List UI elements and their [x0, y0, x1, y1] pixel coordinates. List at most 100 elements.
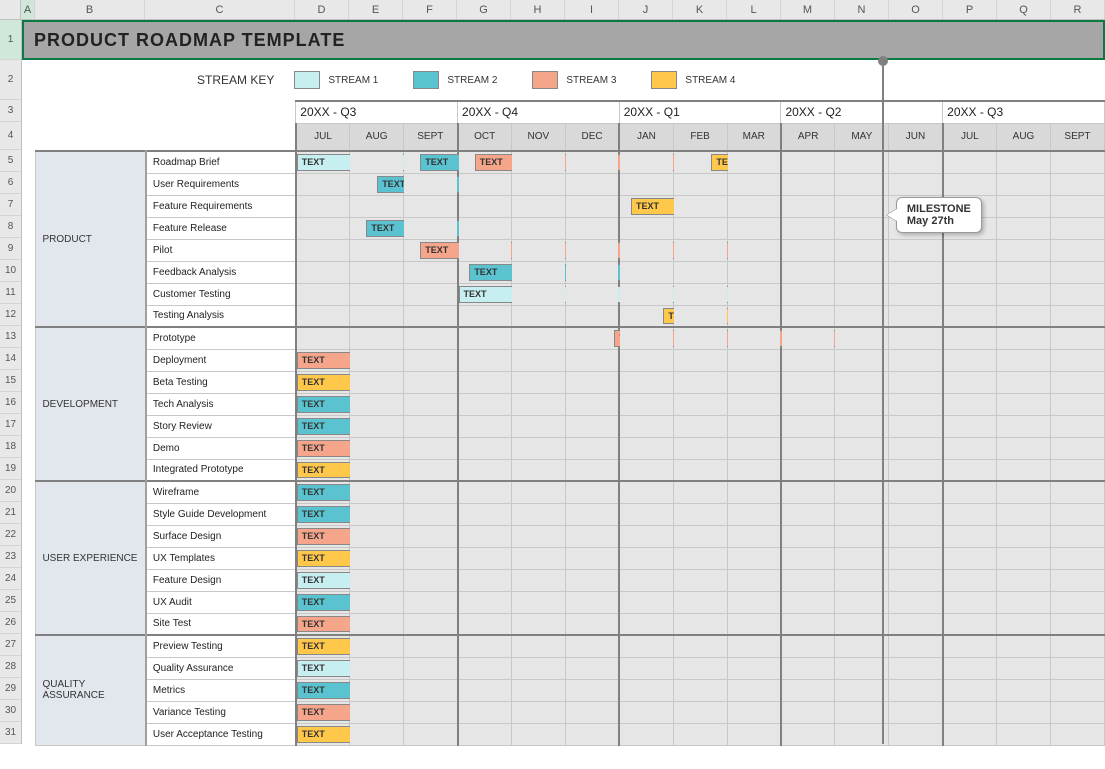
data-cell[interactable]: TEXT — [296, 393, 350, 415]
data-cell[interactable] — [727, 415, 781, 437]
data-cell[interactable] — [727, 283, 781, 305]
data-cell[interactable] — [619, 547, 673, 569]
data-cell[interactable] — [673, 437, 727, 459]
data-cell[interactable] — [619, 393, 673, 415]
data-cell[interactable] — [889, 503, 943, 525]
data-cell[interactable] — [619, 657, 673, 679]
data-cell[interactable] — [619, 701, 673, 723]
data-cell[interactable] — [673, 261, 727, 283]
month-cell[interactable]: MAY — [835, 123, 889, 151]
data-cell[interactable] — [997, 437, 1051, 459]
data-cell[interactable] — [565, 701, 619, 723]
data-cell[interactable] — [673, 613, 727, 635]
data-cell[interactable] — [673, 701, 727, 723]
data-cell[interactable] — [889, 283, 943, 305]
data-cell[interactable] — [943, 327, 997, 349]
data-cell[interactable] — [835, 437, 889, 459]
data-cell[interactable] — [943, 679, 997, 701]
data-cell[interactable]: TEXT — [619, 195, 673, 217]
data-cell[interactable] — [1050, 415, 1104, 437]
data-cell[interactable] — [835, 349, 889, 371]
data-cell[interactable] — [458, 371, 512, 393]
data-cell[interactable] — [835, 327, 889, 349]
row-header-8[interactable]: 8 — [0, 216, 21, 238]
data-cell[interactable] — [673, 415, 727, 437]
data-cell[interactable] — [889, 481, 943, 503]
data-cell[interactable] — [565, 679, 619, 701]
data-cell[interactable] — [943, 525, 997, 547]
data-cell[interactable] — [889, 657, 943, 679]
data-cell[interactable] — [889, 547, 943, 569]
data-cell[interactable] — [404, 415, 458, 437]
data-cell[interactable] — [673, 547, 727, 569]
data-cell[interactable] — [404, 349, 458, 371]
data-cell[interactable] — [781, 635, 835, 657]
data-cell[interactable] — [673, 371, 727, 393]
data-cell[interactable] — [619, 591, 673, 613]
row-header-10[interactable]: 10 — [0, 260, 21, 282]
data-cell[interactable] — [619, 613, 673, 635]
data-cell[interactable] — [835, 459, 889, 481]
data-cell[interactable] — [511, 723, 565, 745]
data-cell[interactable] — [835, 679, 889, 701]
data-cell[interactable] — [835, 635, 889, 657]
data-cell[interactable] — [997, 371, 1051, 393]
data-cell[interactable] — [404, 327, 458, 349]
data-cell[interactable] — [565, 613, 619, 635]
row-header-16[interactable]: 16 — [0, 392, 21, 414]
data-cell[interactable] — [943, 415, 997, 437]
data-cell[interactable] — [565, 459, 619, 481]
col-header-H[interactable]: H — [511, 0, 565, 19]
data-cell[interactable] — [997, 283, 1051, 305]
month-cell[interactable]: OCT — [458, 123, 512, 151]
data-cell[interactable] — [1050, 217, 1104, 239]
task-cell[interactable]: Beta Testing — [146, 371, 296, 393]
data-cell[interactable] — [511, 569, 565, 591]
data-cell[interactable] — [727, 437, 781, 459]
data-cell[interactable] — [781, 437, 835, 459]
data-cell[interactable] — [889, 327, 943, 349]
data-cell[interactable] — [889, 305, 943, 327]
data-cell[interactable] — [404, 679, 458, 701]
data-cell[interactable] — [296, 217, 350, 239]
data-cell[interactable] — [943, 657, 997, 679]
data-cell[interactable] — [1050, 547, 1104, 569]
data-cell[interactable] — [943, 239, 997, 261]
row-header-1[interactable]: 1 — [0, 20, 21, 60]
data-cell[interactable] — [350, 283, 404, 305]
data-cell[interactable] — [1050, 679, 1104, 701]
data-cell[interactable] — [673, 349, 727, 371]
data-cell[interactable] — [619, 415, 673, 437]
data-cell[interactable] — [727, 459, 781, 481]
data-cell[interactable] — [619, 371, 673, 393]
data-cell[interactable] — [350, 195, 404, 217]
data-cell[interactable] — [997, 261, 1051, 283]
data-cell[interactable] — [350, 701, 404, 723]
month-cell[interactable]: AUG — [997, 123, 1051, 151]
data-cell[interactable] — [997, 195, 1051, 217]
task-cell[interactable]: Demo — [146, 437, 296, 459]
task-cell[interactable]: User Acceptance Testing — [146, 723, 296, 745]
data-cell[interactable] — [1050, 613, 1104, 635]
data-cell[interactable] — [565, 415, 619, 437]
data-cell[interactable] — [350, 613, 404, 635]
data-cell[interactable] — [458, 195, 512, 217]
row-header-25[interactable]: 25 — [0, 590, 21, 612]
data-cell[interactable] — [404, 173, 458, 195]
task-cell[interactable]: UX Templates — [146, 547, 296, 569]
data-cell[interactable] — [673, 217, 727, 239]
data-cell[interactable] — [673, 635, 727, 657]
data-cell[interactable]: TEXT — [296, 679, 350, 701]
data-cell[interactable] — [997, 151, 1051, 173]
data-cell[interactable] — [1050, 657, 1104, 679]
data-cell[interactable] — [458, 459, 512, 481]
data-cell[interactable] — [889, 371, 943, 393]
data-cell[interactable] — [727, 261, 781, 283]
data-cell[interactable] — [1050, 261, 1104, 283]
data-cell[interactable]: TEXT — [296, 503, 350, 525]
data-cell[interactable]: TEXT — [350, 217, 404, 239]
row-header-18[interactable]: 18 — [0, 436, 21, 458]
row-headers[interactable]: 1234567891011121314151617181920212223242… — [0, 20, 22, 744]
row-header-27[interactable]: 27 — [0, 634, 21, 656]
data-cell[interactable] — [943, 591, 997, 613]
